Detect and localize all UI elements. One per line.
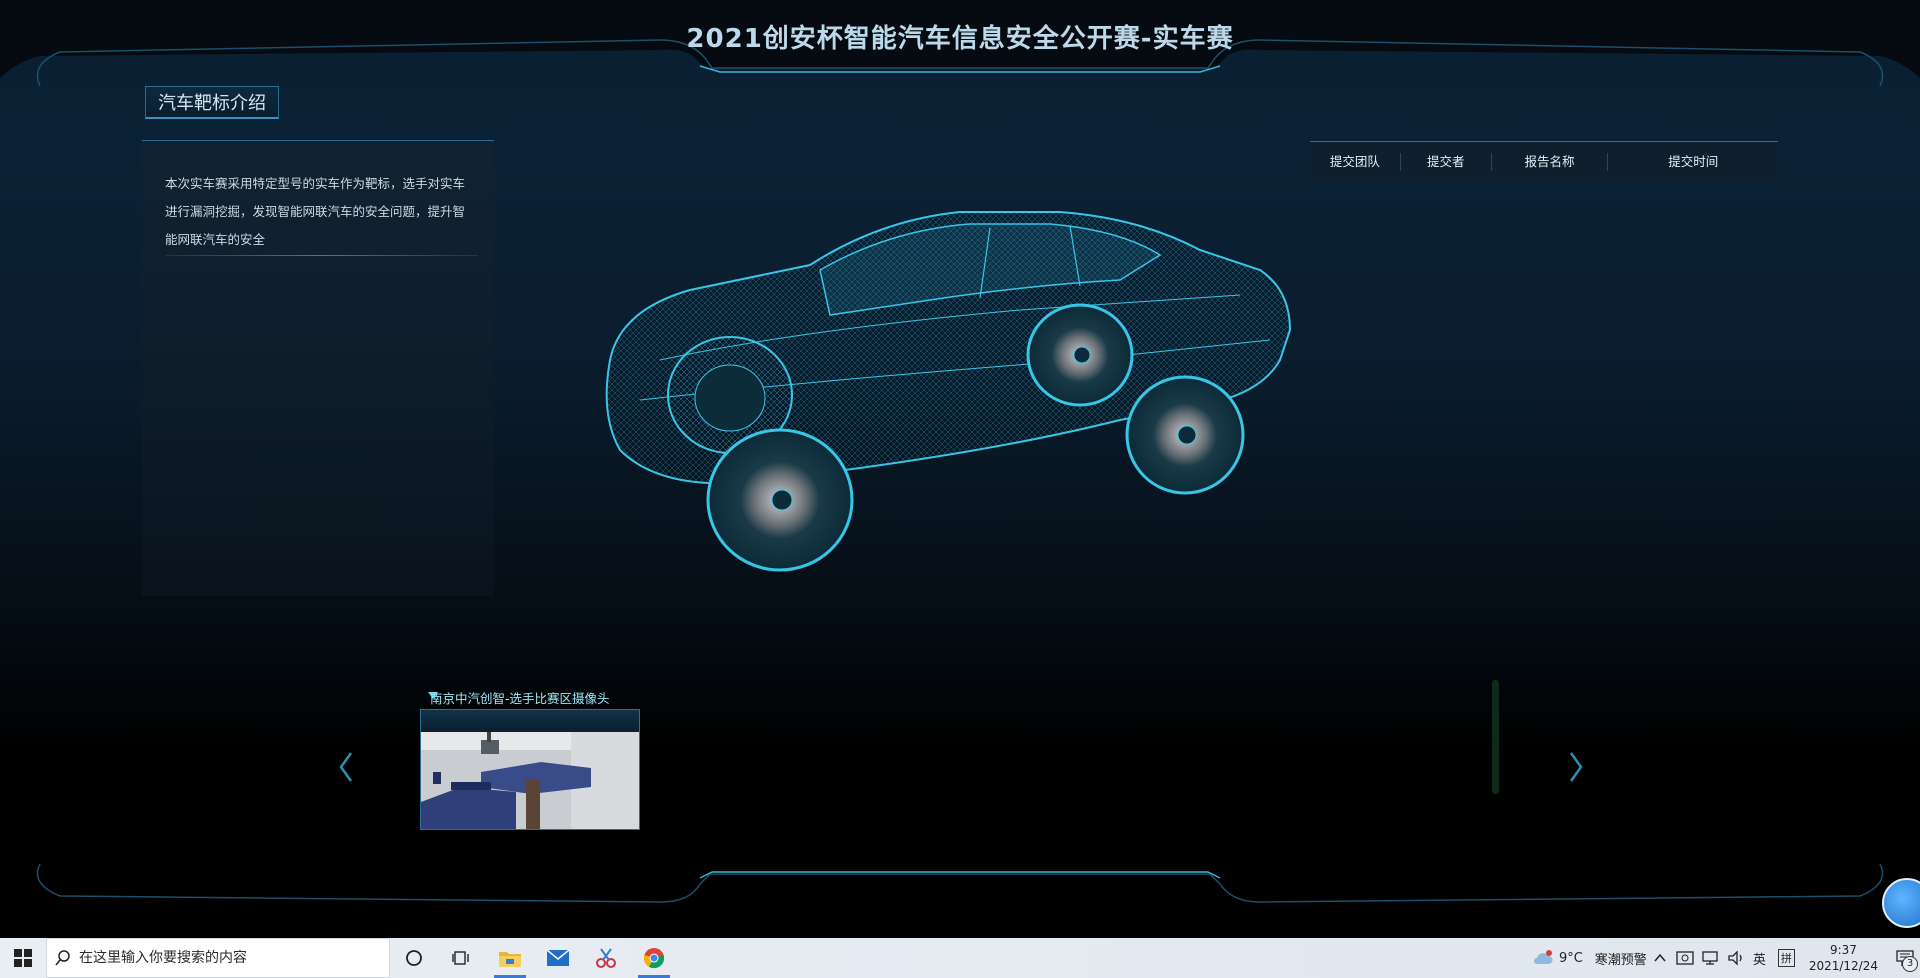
scrollbar[interactable] bbox=[1492, 680, 1499, 794]
mail-icon bbox=[546, 949, 570, 966]
taskbar-search[interactable] bbox=[46, 938, 390, 978]
intro-description: 本次实车赛采用特定型号的实车作为靶标，选手对实车进行漏洞挖掘，发现智能网联汽车的… bbox=[165, 176, 466, 247]
tray-app-icon[interactable] bbox=[1675, 950, 1695, 966]
column-header-team[interactable]: 提交团队 bbox=[1310, 153, 1401, 171]
search-icon bbox=[55, 950, 70, 966]
taskbar: 9°C 寒潮预警 英 拼 9:37 2021/12/24 3 bbox=[0, 938, 1920, 978]
page-title: 2021创安杯智能汽车信息安全公开赛-实车赛 bbox=[686, 24, 1234, 54]
intro-tab[interactable]: 汽车靶标介绍 bbox=[145, 86, 279, 119]
intro-divider bbox=[166, 255, 478, 256]
column-header-submitter[interactable]: 提交者 bbox=[1401, 153, 1492, 171]
cortana-button[interactable] bbox=[390, 938, 438, 978]
folder-icon bbox=[499, 952, 521, 967]
cortana-circle-icon bbox=[406, 950, 422, 966]
weather-alert[interactable]: 寒潮预警 bbox=[1595, 949, 1647, 968]
notification-count-badge: 3 bbox=[1902, 956, 1918, 972]
volume-icon[interactable] bbox=[1727, 950, 1747, 966]
network-icon[interactable] bbox=[1701, 950, 1721, 966]
windows-start-button[interactable] bbox=[0, 938, 46, 978]
notification-center-button[interactable]: 3 bbox=[1890, 938, 1920, 978]
chevron-up-icon[interactable] bbox=[1653, 951, 1667, 965]
column-header-submit-time[interactable]: 提交时间 bbox=[1608, 153, 1778, 171]
task-view-icon bbox=[452, 951, 469, 965]
next-arrow-icon[interactable] bbox=[1565, 750, 1585, 784]
camera-feed-image[interactable] bbox=[421, 732, 639, 829]
weather-temperature[interactable]: 9°C bbox=[1559, 951, 1583, 966]
column-header-report-name[interactable]: 报告名称 bbox=[1492, 153, 1609, 171]
snipping-tool-button[interactable] bbox=[582, 938, 630, 978]
dashboard-screen: 2021创安杯智能汽车信息安全公开赛-实车赛 汽车靶标介绍 本次实车赛采用特定型… bbox=[0, 0, 1920, 938]
submission-table-header: 提交团队 提交者 报告名称 提交时间 bbox=[1310, 141, 1778, 182]
search-input[interactable] bbox=[77, 949, 371, 967]
ime-language[interactable]: 英 bbox=[1753, 949, 1766, 968]
camera-feed[interactable] bbox=[420, 709, 640, 830]
chrome-icon bbox=[643, 948, 665, 969]
task-view-button[interactable] bbox=[438, 938, 486, 978]
floating-assistant-button[interactable] bbox=[1882, 878, 1920, 928]
file-explorer-button[interactable] bbox=[486, 938, 534, 978]
car-wireframe-model bbox=[605, 211, 1292, 572]
ime-mode[interactable]: 拼 bbox=[1777, 949, 1795, 967]
bottom-frame-decoration bbox=[36, 863, 1884, 903]
taskbar-clock[interactable]: 9:37 2021/12/24 bbox=[1809, 942, 1878, 974]
system-tray: 9°C 寒潮预警 英 拼 9:37 2021/12/24 3 bbox=[1533, 938, 1920, 978]
prev-arrow-icon[interactable] bbox=[337, 750, 357, 784]
mail-button[interactable] bbox=[534, 938, 582, 978]
chrome-button[interactable] bbox=[630, 938, 678, 978]
scissors-icon bbox=[596, 948, 616, 968]
clock-date: 2021/12/24 bbox=[1808, 959, 1878, 973]
camera-feed-header bbox=[421, 710, 639, 730]
windows-logo-icon bbox=[14, 949, 32, 967]
weather-cloud-icon[interactable] bbox=[1533, 950, 1553, 966]
camera-caption[interactable]: 南京中汽创智-选手比赛区摄像头 bbox=[430, 688, 610, 707]
clock-time: 9:37 bbox=[1829, 943, 1857, 957]
